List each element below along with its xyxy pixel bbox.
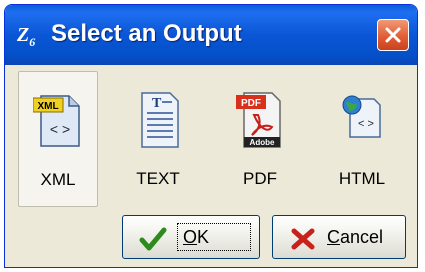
svg-text:T: T xyxy=(152,96,162,111)
choice-xml[interactable]: XML < > XML xyxy=(18,71,98,207)
output-choices: XML < > XML T TEXT PDF Adobe PDF < > HTM… xyxy=(14,71,410,209)
ok-label: OK xyxy=(183,227,209,248)
svg-text:Adobe: Adobe xyxy=(250,138,275,147)
html-file-icon: < > xyxy=(342,95,381,138)
choice-label: TEXT xyxy=(136,169,180,188)
choice-label: PDF xyxy=(243,169,277,188)
x-cross-icon xyxy=(291,228,315,250)
cancel-button[interactable]: Cancel xyxy=(272,215,406,259)
ok-label-rest: K xyxy=(197,227,210,247)
cancel-label: Cancel xyxy=(327,227,383,248)
app-icon: Z6 xyxy=(17,24,36,49)
svg-text:< >: < > xyxy=(358,118,374,130)
xml-file-icon: XML < > xyxy=(33,95,80,147)
choice-text[interactable]: T TEXT xyxy=(118,71,198,207)
choice-html[interactable]: < > HTML xyxy=(322,71,402,207)
button-row: OK Cancel xyxy=(8,215,414,259)
pdf-file-icon: PDF Adobe xyxy=(236,92,281,148)
ok-button[interactable]: OK xyxy=(122,215,260,259)
svg-text:PDF: PDF xyxy=(241,98,261,109)
choice-label: HTML xyxy=(338,169,386,188)
close-icon xyxy=(385,27,401,43)
svg-text:XML: XML xyxy=(37,101,58,112)
dialog-body: XML < > XML T TEXT PDF Adobe PDF < > HTM… xyxy=(8,65,414,264)
svg-text:< >: < > xyxy=(50,121,70,137)
ok-label-accel: O xyxy=(183,227,198,247)
checkmark-icon xyxy=(139,227,167,251)
cancel-label-accel: C xyxy=(327,227,340,247)
select-output-dialog: Z6 Select an Output XML < > XML T TEXT P… xyxy=(4,4,418,268)
text-file-icon: T xyxy=(141,92,179,148)
close-button[interactable] xyxy=(377,19,409,51)
choice-label: XML xyxy=(40,170,76,189)
dialog-title: Select an Output xyxy=(51,20,242,47)
choice-pdf[interactable]: PDF Adobe PDF xyxy=(220,71,300,207)
title-bar[interactable]: Z6 Select an Output xyxy=(5,5,417,65)
cancel-label-rest: ancel xyxy=(340,227,384,247)
